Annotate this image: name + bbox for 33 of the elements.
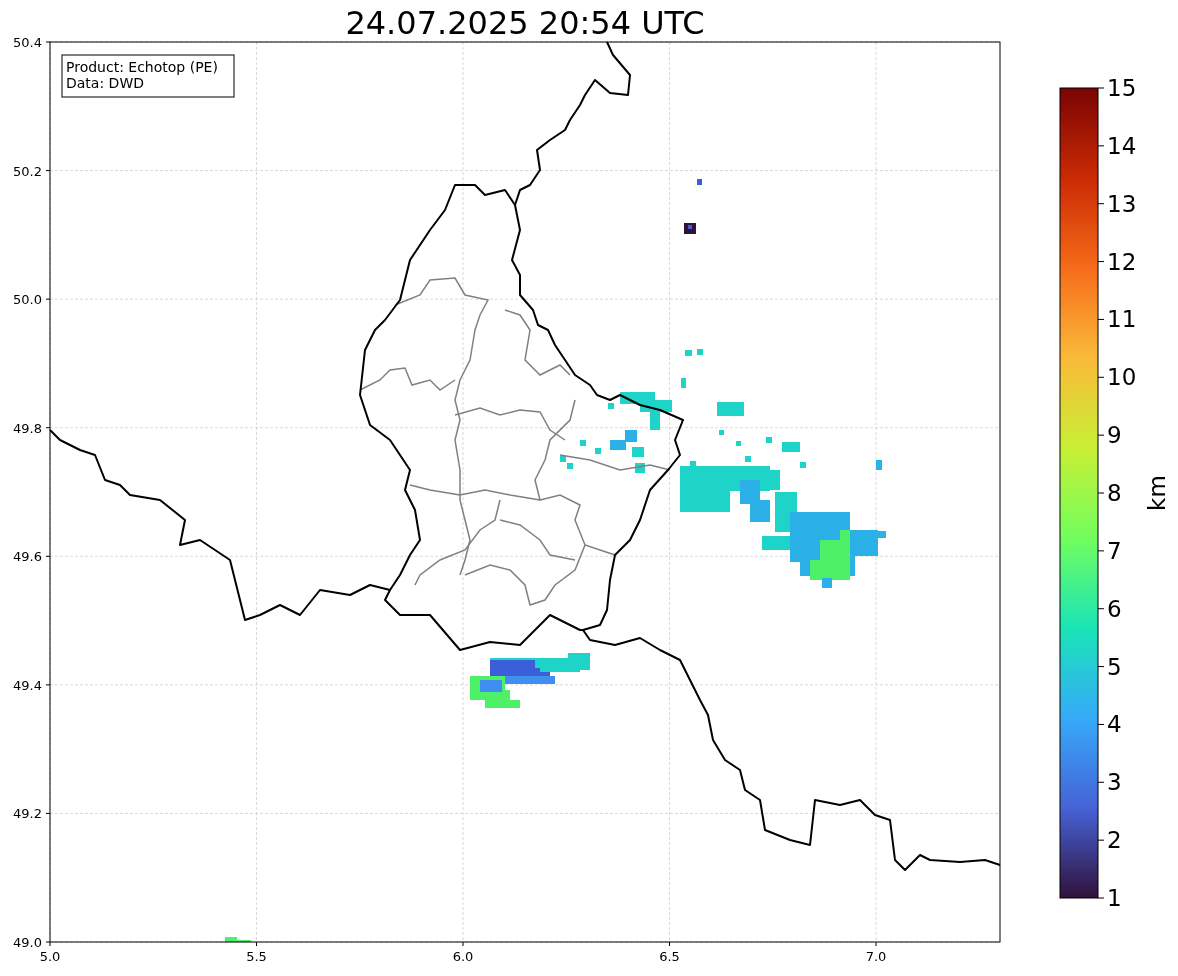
x-tick-label: 7.0 (865, 949, 887, 964)
colorbar-tick-label: 11 (1107, 306, 1137, 333)
figure-title: 24.07.2025 20:54 UTC (345, 4, 705, 42)
colorbar-tick-label: 7 (1107, 537, 1122, 564)
colorbar-tick-label: 4 (1107, 711, 1122, 738)
y-tick-label: 49.4 (13, 677, 42, 693)
colorbar-tick-label: 14 (1107, 132, 1137, 159)
y-tick-label: 49.0 (13, 935, 42, 950)
colorbar-tick-label: 1 (1107, 885, 1122, 911)
colorbar-tick-label: 12 (1107, 248, 1137, 275)
colorbar-tick-label: 10 (1107, 364, 1137, 391)
colorbar-tick-label: 8 (1107, 480, 1122, 506)
colorbar-tick-label: 2 (1107, 827, 1122, 854)
info-text: Product: Echotop (PE) (66, 59, 218, 75)
x-tick-label: 6.0 (452, 949, 474, 964)
colorbar-tick-label: 5 (1107, 653, 1122, 680)
x-tick-label: 5.5 (246, 949, 267, 964)
colorbar-tick-label: 6 (1107, 595, 1122, 622)
district-border (504, 309, 571, 376)
x-tick-label: 5.0 (39, 949, 61, 964)
y-tick-label: 49.6 (13, 549, 42, 565)
colorbar-tick-label: 9 (1107, 422, 1122, 449)
y-tick-label: 49.2 (13, 806, 42, 822)
x-tick-label: 6.5 (659, 949, 680, 964)
y-tick-label: 49.8 (13, 420, 42, 436)
y-tick-label: 50.2 (13, 163, 42, 179)
colorbar-label: km (1144, 475, 1170, 511)
colorbar-tick-label: 13 (1107, 190, 1137, 217)
info-text: Data: DWD (66, 75, 144, 91)
y-tick-label: 50.4 (13, 35, 42, 50)
y-tick-label: 50.0 (13, 292, 42, 308)
colorbar-tick-label: 3 (1107, 769, 1122, 796)
colorbar-tick-label: 15 (1107, 75, 1137, 101)
